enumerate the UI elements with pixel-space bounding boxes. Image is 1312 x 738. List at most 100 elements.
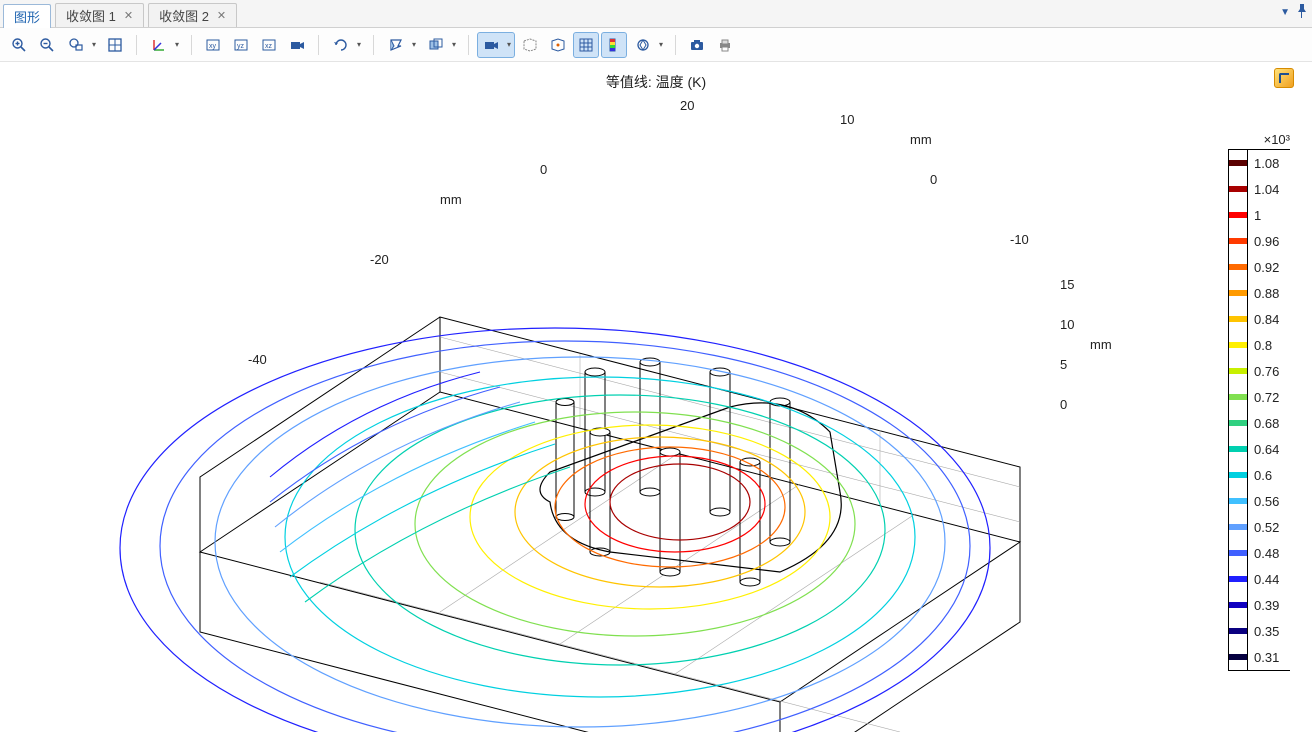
- tab-label: 图形: [14, 7, 40, 26]
- aperture-button[interactable]: [629, 32, 667, 58]
- legend-entry: 0.84: [1228, 306, 1290, 332]
- zoom-in-button[interactable]: [6, 32, 32, 58]
- zoom-extents-button[interactable]: [102, 32, 128, 58]
- legend-entry: 1: [1228, 202, 1290, 228]
- color-legend: ×10³ 1.081.0410.960.920.880.840.80.760.7…: [1228, 132, 1290, 671]
- separator: [373, 35, 374, 55]
- y-tick: 10: [840, 112, 854, 127]
- grid-toggle-button[interactable]: [573, 32, 599, 58]
- legend-swatch: [1228, 488, 1248, 514]
- z-tick: 0: [1060, 397, 1067, 412]
- legend-swatch: [1228, 618, 1248, 644]
- print-button[interactable]: [712, 32, 738, 58]
- go-default-view-button[interactable]: [145, 32, 183, 58]
- legend-swatch: [1228, 566, 1248, 592]
- legend-swatch: [1228, 410, 1248, 436]
- selection-mode-button[interactable]: [477, 32, 515, 58]
- legend-value: 1.04: [1254, 182, 1290, 197]
- legend-swatch: [1228, 306, 1248, 332]
- panel-menu-icon[interactable]: ▼: [1280, 7, 1290, 18]
- legend-swatch: [1228, 176, 1248, 202]
- legend-swatch: [1228, 384, 1248, 410]
- tab-convergence-2[interactable]: 收敛图 2 ✕: [148, 3, 237, 27]
- view-xy-button[interactable]: xy: [200, 32, 226, 58]
- legend-swatch: [1228, 228, 1248, 254]
- x-tick: 20: [680, 98, 694, 113]
- separator: [318, 35, 319, 55]
- snapshot-button[interactable]: [684, 32, 710, 58]
- legend-value: 0.44: [1254, 572, 1290, 587]
- legend-exponent: ×10³: [1228, 132, 1290, 147]
- legend-value: 0.72: [1254, 390, 1290, 405]
- tab-bar: 图形 收敛图 1 ✕ 收敛图 2 ✕ ▼: [0, 0, 1312, 28]
- legend-value: 0.96: [1254, 234, 1290, 249]
- legend-entry: 0.96: [1228, 228, 1290, 254]
- legend-value: 0.52: [1254, 520, 1290, 535]
- rotate-button[interactable]: [327, 32, 365, 58]
- pin-icon[interactable]: [1296, 4, 1308, 21]
- legend-value: 0.39: [1254, 598, 1290, 613]
- legend-value: 0.31: [1254, 650, 1290, 665]
- tab-convergence-1[interactable]: 收敛图 1 ✕: [55, 3, 144, 27]
- hide-button[interactable]: [517, 32, 543, 58]
- legend-entry: 0.72: [1228, 384, 1290, 410]
- legend-value: 0.64: [1254, 442, 1290, 457]
- legend-entry: 0.52: [1228, 514, 1290, 540]
- z-axis-unit: mm: [1090, 337, 1112, 352]
- legend-entry: 0.76: [1228, 358, 1290, 384]
- legend-value: 0.56: [1254, 494, 1290, 509]
- x-axis-unit: mm: [440, 192, 462, 207]
- legend-value: 1: [1254, 208, 1290, 223]
- y-tick: -10: [1010, 232, 1029, 247]
- close-icon[interactable]: ✕: [217, 9, 226, 22]
- view-yz-button[interactable]: yz: [228, 32, 254, 58]
- legend-entry: 0.92: [1228, 254, 1290, 280]
- legend-swatch: [1228, 436, 1248, 462]
- legend-swatch: [1228, 514, 1248, 540]
- y-axis-unit: mm: [910, 132, 932, 147]
- legend-value: 0.6: [1254, 468, 1290, 483]
- legend-value: 0.68: [1254, 416, 1290, 431]
- comsol-logo-icon: [1274, 68, 1294, 88]
- legend-entry: 1.04: [1228, 176, 1290, 202]
- legend-value: 0.76: [1254, 364, 1290, 379]
- view-xz-button[interactable]: xz: [256, 32, 282, 58]
- tab-graphics[interactable]: 图形: [3, 4, 51, 28]
- legend-entry: 0.56: [1228, 488, 1290, 514]
- svg-text:xy: xy: [209, 43, 217, 50]
- svg-text:yz: yz: [237, 43, 245, 50]
- legend-swatch: [1228, 358, 1248, 384]
- show-button[interactable]: [545, 32, 571, 58]
- legend-value: 0.88: [1254, 286, 1290, 301]
- zoom-out-button[interactable]: [34, 32, 60, 58]
- legend-toggle-button[interactable]: [601, 32, 627, 58]
- camera-view-button[interactable]: [284, 32, 310, 58]
- svg-text:xz: xz: [265, 43, 273, 50]
- z-tick: 10: [1060, 317, 1074, 332]
- graphics-toolbar: xy yz xz: [0, 28, 1312, 62]
- graphics-canvas[interactable]: 等值线: 温度 (K): [0, 62, 1312, 738]
- legend-swatch: [1228, 280, 1248, 306]
- legend-value: 0.92: [1254, 260, 1290, 275]
- legend-entry: 0.39: [1228, 592, 1290, 618]
- zoom-box-button[interactable]: [62, 32, 100, 58]
- legend-swatch: [1228, 592, 1248, 618]
- legend-value: 0.48: [1254, 546, 1290, 561]
- legend-swatch: [1228, 150, 1248, 176]
- legend-entry: 0.31: [1228, 644, 1290, 670]
- legend-value: 0.84: [1254, 312, 1290, 327]
- separator: [468, 35, 469, 55]
- plot-scene: [10, 72, 1140, 732]
- legend-swatch: [1228, 202, 1248, 228]
- x-tick: -40: [248, 352, 267, 367]
- separator: [191, 35, 192, 55]
- tab-label: 收敛图 2: [159, 6, 209, 25]
- legend-entry: 0.48: [1228, 540, 1290, 566]
- legend-swatch: [1228, 644, 1248, 670]
- transparency-button[interactable]: [422, 32, 460, 58]
- legend-swatch: [1228, 254, 1248, 280]
- legend-entry: 1.08: [1228, 150, 1290, 176]
- legend-entry: 0.88: [1228, 280, 1290, 306]
- close-icon[interactable]: ✕: [124, 9, 133, 22]
- scene-light-button[interactable]: [382, 32, 420, 58]
